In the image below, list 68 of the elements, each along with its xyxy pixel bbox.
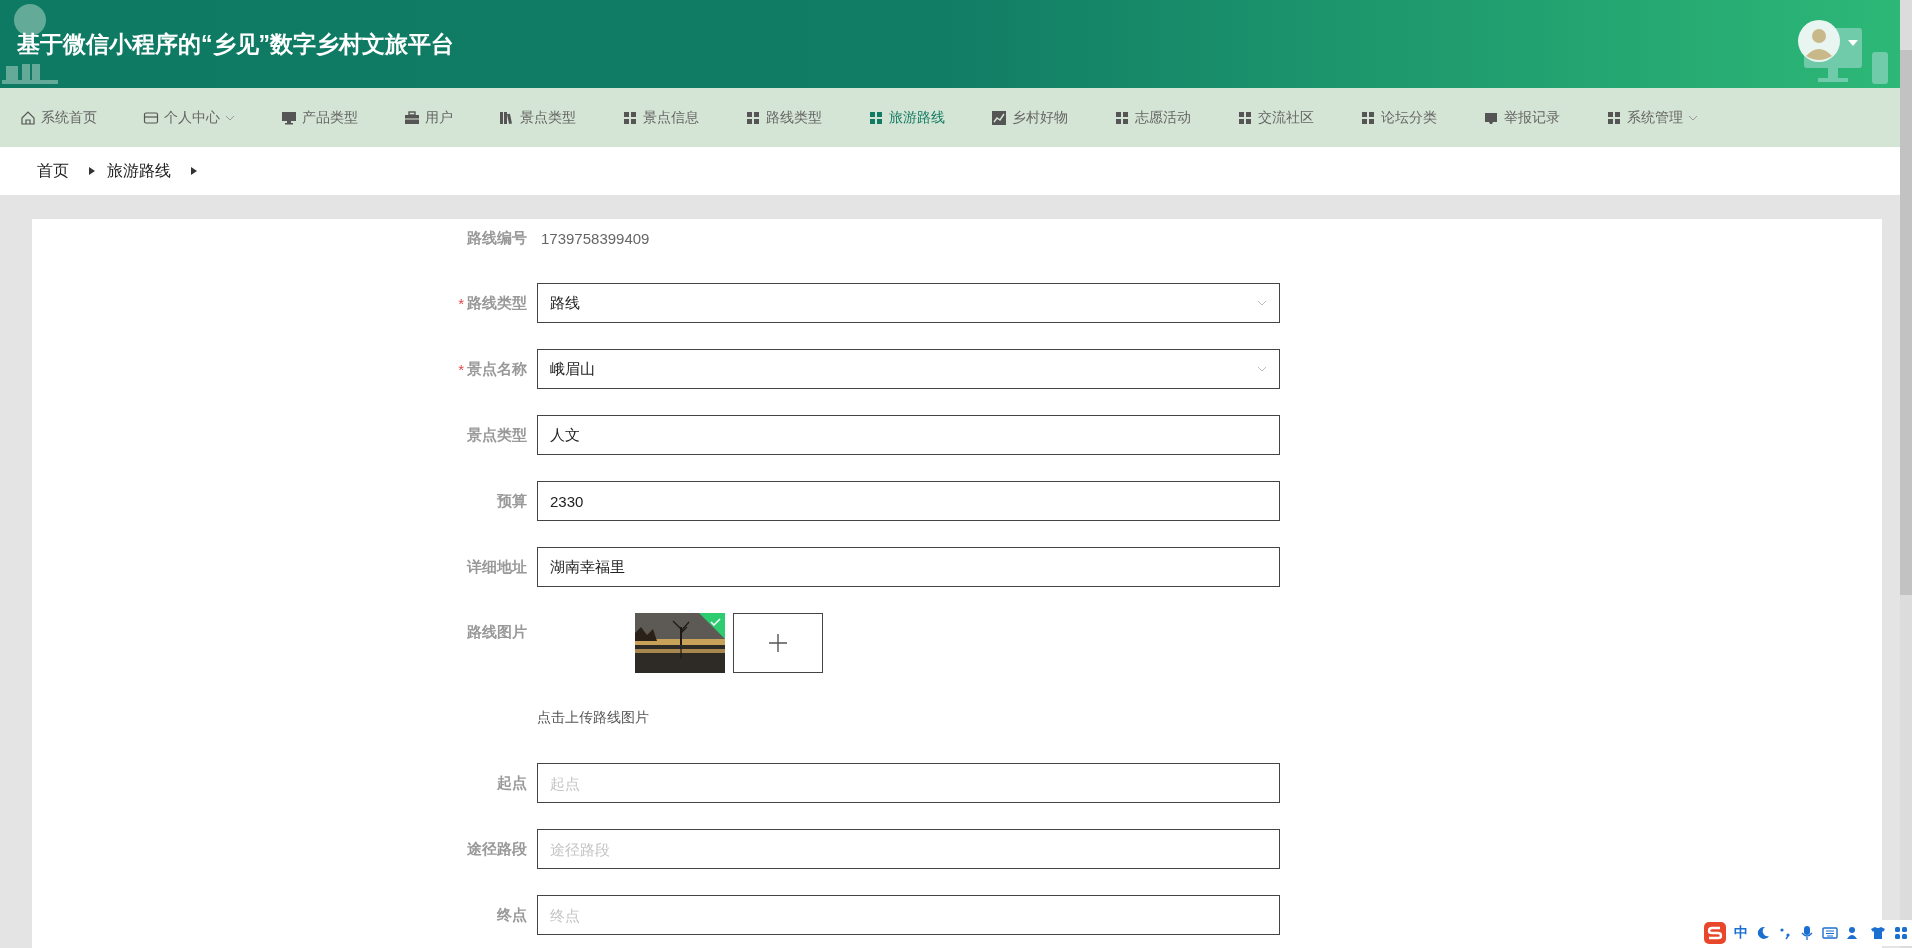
select-field[interactable]: 路线	[537, 283, 1280, 323]
field-label: 预算	[497, 491, 527, 511]
nav-item[interactable]: 个人中心	[143, 108, 235, 127]
chart-icon	[991, 109, 1007, 126]
grid-icon	[622, 109, 638, 126]
upload-hint: 点击上传路线图片	[537, 709, 650, 727]
field-label: 路线类型	[467, 293, 527, 313]
input-field[interactable]: 终点	[537, 895, 1280, 935]
nav-item[interactable]: 乡村好物	[991, 108, 1068, 127]
required-mark: *	[458, 360, 464, 378]
nav-item[interactable]: 系统首页	[20, 108, 97, 127]
nav-item[interactable]: 用户	[404, 108, 453, 127]
chevron-down-icon	[225, 114, 235, 121]
scrollbar[interactable]	[1900, 0, 1912, 948]
input-field[interactable]: 2330	[537, 481, 1280, 521]
nav-item[interactable]: 旅游路线	[868, 108, 945, 127]
nav-item[interactable]: 景点类型	[499, 108, 576, 127]
field-label: 路线图片	[467, 623, 527, 642]
home-icon	[20, 109, 36, 126]
nav-item[interactable]: 志愿活动	[1114, 108, 1191, 127]
field-label: 详细地址	[467, 557, 527, 577]
nav-item[interactable]: 系统管理	[1606, 108, 1698, 127]
plus-icon	[768, 633, 788, 653]
input-field[interactable]: 人文	[537, 415, 1280, 455]
grid-icon	[1114, 109, 1130, 126]
chevron-down-icon	[1257, 366, 1267, 372]
field-label: 途径路段	[467, 839, 527, 859]
caret-right-icon	[191, 167, 197, 175]
grid-icon	[1606, 109, 1622, 126]
required-mark: *	[458, 294, 464, 312]
chevron-down-icon	[1688, 114, 1698, 121]
shirt-icon[interactable]	[1870, 926, 1886, 940]
field-value: 1739758399409	[541, 229, 650, 247]
keyboard-icon[interactable]	[1822, 926, 1838, 940]
input-field[interactable]: 湖南幸福里	[537, 547, 1280, 587]
nav-item[interactable]: 举报记录	[1483, 108, 1560, 127]
app-title: 基于微信小程序的“乡见”数字乡村文旅平台	[17, 29, 454, 59]
wallet-icon	[143, 109, 159, 126]
moon-icon[interactable]	[1756, 926, 1770, 940]
grid-icon	[868, 109, 884, 126]
ime-mode[interactable]: 中	[1734, 924, 1748, 942]
apps-icon[interactable]	[1894, 926, 1908, 940]
grid-icon	[1360, 109, 1376, 126]
input-field[interactable]: 途径路段	[537, 829, 1280, 869]
nav-item[interactable]: 交流社区	[1237, 108, 1314, 127]
caret-right-icon	[89, 167, 95, 175]
grid-icon	[1237, 109, 1253, 126]
field-label: 路线编号	[467, 228, 527, 248]
grid-icon	[745, 109, 761, 126]
nav-item[interactable]: 景点信息	[622, 108, 699, 127]
nav-item[interactable]: 论坛分类	[1360, 108, 1437, 127]
field-label: 景点类型	[467, 425, 527, 445]
input-field[interactable]: 起点	[537, 763, 1280, 803]
breadcrumb-link[interactable]: 旅游路线	[107, 160, 171, 182]
nav-item[interactable]: 路线类型	[745, 108, 822, 127]
breadcrumb-link[interactable]: 首页	[37, 160, 69, 182]
briefcase-icon	[404, 109, 420, 126]
field-label: 终点	[497, 905, 527, 925]
chevron-down-icon	[1257, 300, 1267, 306]
punctuation-icon[interactable]	[1778, 926, 1792, 940]
nav-item[interactable]: 产品类型	[281, 108, 358, 127]
books-icon	[499, 109, 515, 126]
select-field[interactable]: 峨眉山	[537, 349, 1280, 389]
add-image-button[interactable]	[733, 613, 823, 673]
monitor-icon	[281, 109, 297, 126]
field-label: 景点名称	[467, 359, 527, 379]
microphone-icon[interactable]	[1800, 925, 1814, 941]
field-label: 起点	[497, 773, 527, 793]
